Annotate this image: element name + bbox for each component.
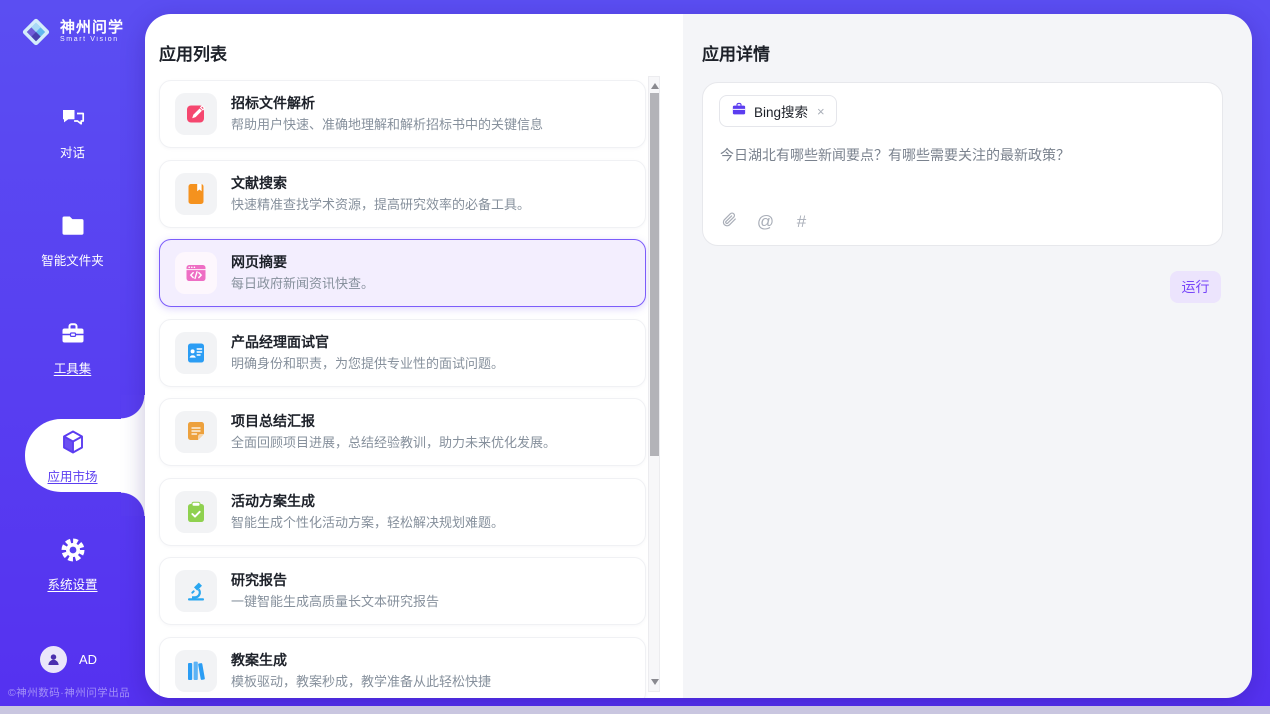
prompt-card: Bing搜索 × 今日湖北有哪些新闻要点？有哪些需要关注的最新政策？ @ # xyxy=(702,82,1223,246)
prompt-input[interactable]: 今日湖北有哪些新闻要点？有哪些需要关注的最新政策？ xyxy=(720,145,1200,165)
mention-button[interactable]: @ xyxy=(756,212,775,231)
app-card[interactable]: 研究报告一键智能生成高质量长文本研究报告 xyxy=(159,557,646,625)
copyright-footer: ©神州数码·神州问学出品 xyxy=(8,685,140,700)
app-description: 智能生成个性化活动方案，轻松解决规划难题。 xyxy=(231,513,504,532)
book-icon xyxy=(175,173,217,215)
sidebar-item-label: 智能文件夹 xyxy=(0,250,145,269)
app-name: 产品经理面试官 xyxy=(231,333,504,352)
app-description: 一键智能生成高质量长文本研究报告 xyxy=(231,592,439,611)
scroll-up-arrow-icon[interactable] xyxy=(651,81,659,89)
app-description: 全面回顾项目进展，总结经验教训，助力未来优化发展。 xyxy=(231,433,556,452)
browser-code-icon xyxy=(175,252,217,294)
app-list-title: 应用列表 xyxy=(159,40,227,65)
app-name: 教案生成 xyxy=(231,651,491,670)
app-detail-panel: 应用详情 Bing搜索 × 今日湖北有哪些新闻要点？有哪些需要关注的最新政策？ … xyxy=(683,14,1252,698)
cube-icon xyxy=(59,428,87,456)
brand-logo: 神州问学 Smart Vision xyxy=(20,16,124,48)
app-card[interactable]: 产品经理面试官明确身份和职责，为您提供专业性的面试问题。 xyxy=(159,319,646,387)
sidebar-item-label: 对话 xyxy=(0,142,145,161)
app-name: 活动方案生成 xyxy=(231,492,504,511)
active-tab-fillet-bottom xyxy=(121,492,145,516)
app-list-panel: 应用列表 招标文件解析帮助用户快速、准确地理解和解析招标书中的关键信息文献搜索快… xyxy=(145,14,683,698)
app-name: 招标文件解析 xyxy=(231,94,543,113)
tool-tag-label: Bing搜索 xyxy=(754,101,808,121)
sidebar-item-toolbox[interactable]: 工具集 xyxy=(0,320,145,377)
user-name: AD xyxy=(79,652,97,667)
sidebar-item-gear[interactable]: 系统设置 xyxy=(0,536,145,593)
scrollbar[interactable] xyxy=(648,76,660,692)
app-card[interactable]: 文献搜索快速精准查找学术资源，提高研究效率的必备工具。 xyxy=(159,160,646,228)
app-card[interactable]: 项目总结汇报全面回顾项目进展，总结经验教训，助力未来优化发展。 xyxy=(159,398,646,466)
person-doc-icon xyxy=(175,332,217,374)
app-name: 文献搜索 xyxy=(231,174,530,193)
sidebar-item-chat[interactable]: 对话 xyxy=(0,104,145,161)
person-icon xyxy=(45,651,62,668)
scroll-down-arrow-icon[interactable] xyxy=(651,679,659,687)
scrollbar-thumb[interactable] xyxy=(650,93,659,456)
brand-subtitle: Smart Vision xyxy=(60,36,124,44)
sidebar-item-label: 应用市场 xyxy=(0,466,145,485)
app-card[interactable]: 教案生成模板驱动，教案秒成，教学准备从此轻松快捷 xyxy=(159,637,646,699)
active-tab-fillet-top xyxy=(121,395,145,419)
pen-square-icon xyxy=(175,93,217,135)
sticky-note-icon xyxy=(175,411,217,453)
toolbox-icon xyxy=(59,320,87,348)
app-description: 明确身份和职责，为您提供专业性的面试问题。 xyxy=(231,354,504,373)
folder-icon xyxy=(59,212,87,240)
briefcase-icon xyxy=(731,101,747,122)
gear-icon xyxy=(59,536,87,564)
sidebar-item-label: 工具集 xyxy=(0,358,145,377)
sidebar-item-label: 系统设置 xyxy=(0,574,145,593)
app-name: 研究报告 xyxy=(231,571,439,590)
attach-file-button[interactable] xyxy=(720,212,739,231)
clipboard-check-icon xyxy=(175,491,217,533)
app-name: 网页摘要 xyxy=(231,253,374,272)
tool-tag-close-icon[interactable]: × xyxy=(817,104,825,119)
app-description: 帮助用户快速、准确地理解和解析招标书中的关键信息 xyxy=(231,115,543,134)
app-description: 模板驱动，教案秒成，教学准备从此轻松快捷 xyxy=(231,672,491,691)
app-card[interactable]: 网页摘要每日政府新闻资讯快查。 xyxy=(159,239,646,307)
app-description: 每日政府新闻资讯快查。 xyxy=(231,274,374,293)
sidebar: 神州问学 Smart Vision 对话智能文件夹工具集应用市场系统设置 AD … xyxy=(0,0,145,714)
app-description: 快速精准查找学术资源，提高研究效率的必备工具。 xyxy=(231,195,530,214)
avatar xyxy=(40,646,67,673)
sidebar-item-folder[interactable]: 智能文件夹 xyxy=(0,212,145,269)
hashtag-button[interactable]: # xyxy=(792,212,811,231)
books-icon xyxy=(175,650,217,692)
chat-icon xyxy=(59,104,87,132)
app-detail-title: 应用详情 xyxy=(702,40,770,65)
paperclip-icon xyxy=(721,211,738,233)
run-button[interactable]: 运行 xyxy=(1170,271,1221,303)
app-card[interactable]: 活动方案生成智能生成个性化活动方案，轻松解决规划难题。 xyxy=(159,478,646,546)
main-panel: 应用列表 招标文件解析帮助用户快速、准确地理解和解析招标书中的关键信息文献搜索快… xyxy=(145,14,1252,698)
tool-tag-bing-search[interactable]: Bing搜索 × xyxy=(719,95,837,127)
brand-name: 神州问学 xyxy=(60,20,124,37)
user-account[interactable]: AD xyxy=(0,646,145,673)
sidebar-item-cube[interactable]: 应用市场 xyxy=(0,428,145,485)
app-name: 项目总结汇报 xyxy=(231,412,556,431)
app-list: 招标文件解析帮助用户快速、准确地理解和解析招标书中的关键信息文献搜索快速精准查找… xyxy=(159,80,646,698)
diamond-logo-icon xyxy=(20,16,52,48)
microscope-icon xyxy=(175,570,217,612)
bottom-strip xyxy=(0,706,1270,714)
app-card[interactable]: 招标文件解析帮助用户快速、准确地理解和解析招标书中的关键信息 xyxy=(159,80,646,148)
